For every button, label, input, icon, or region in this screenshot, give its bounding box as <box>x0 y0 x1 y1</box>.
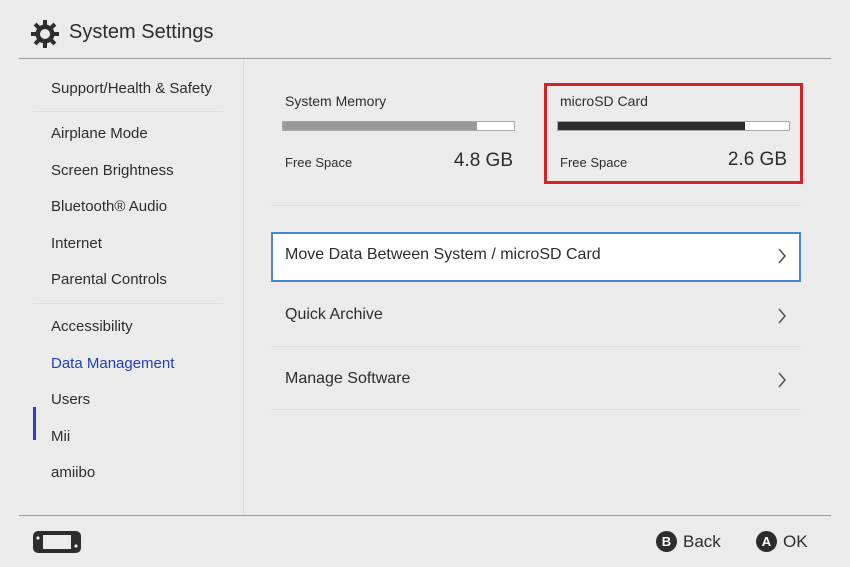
back-label: Back <box>683 532 721 551</box>
sidebar-item-support[interactable]: Support/Health & Safety <box>51 80 212 97</box>
chevron-right-icon <box>778 248 787 264</box>
header: System Settings <box>0 0 850 58</box>
chevron-right-icon <box>778 372 787 388</box>
sidebar-item-internet[interactable]: Internet <box>51 235 102 252</box>
back-button[interactable]: B Back <box>656 531 726 553</box>
option-label: Quick Archive <box>285 306 383 323</box>
sidebar-item-bluetooth-audio[interactable]: Bluetooth® Audio <box>51 198 167 215</box>
option-label: Manage Software <box>285 370 411 387</box>
microsd-card-label: microSD Card <box>560 93 648 109</box>
sidebar-item-mii[interactable]: Mii <box>51 428 70 445</box>
microsd-card-bar <box>557 121 790 131</box>
content-divider <box>271 205 801 206</box>
microsd-free-space-value: 2.6 GB <box>727 149 787 170</box>
microsd-free-space-label: Free Space <box>560 155 628 170</box>
content-divider <box>271 409 801 410</box>
sidebar-item-users[interactable]: Users <box>51 391 90 408</box>
sidebar: Support/Health & Safety Airplane Mode Sc… <box>0 59 243 515</box>
system-memory-label: System Memory <box>285 93 387 109</box>
page-title: System Settings <box>69 21 214 43</box>
system-free-space-value: 4.8 GB <box>453 150 513 171</box>
active-indicator <box>33 407 36 440</box>
quick-archive-option[interactable]: Quick Archive <box>271 292 801 342</box>
handheld-console-icon <box>33 531 81 553</box>
sidebar-item-data-management[interactable]: Data Management <box>51 355 174 372</box>
system-free-space-label: Free Space <box>285 155 353 170</box>
chevron-right-icon <box>778 308 787 324</box>
sidebar-divider <box>33 303 223 304</box>
sidebar-item-accessibility[interactable]: Accessibility <box>51 318 133 335</box>
option-label: Move Data Between System / microSD Card <box>285 246 601 263</box>
b-button-icon: B <box>656 531 677 552</box>
a-button-icon: A <box>756 531 777 552</box>
system-memory-bar-fill <box>283 122 478 130</box>
sidebar-item-amiibo[interactable]: amiibo <box>51 464 95 481</box>
gear-icon <box>31 20 59 48</box>
sidebar-divider <box>33 111 223 112</box>
sidebar-item-screen-brightness[interactable]: Screen Brightness <box>51 162 174 179</box>
ok-label: OK <box>783 532 808 551</box>
footer-divider <box>19 515 831 516</box>
sidebar-divider-vertical <box>243 59 244 515</box>
content-divider <box>271 346 801 347</box>
microsd-card-bar-fill <box>558 122 746 130</box>
system-memory-bar <box>282 121 515 131</box>
manage-software-option[interactable]: Manage Software <box>271 356 801 406</box>
sidebar-item-parental-controls[interactable]: Parental Controls <box>51 271 167 288</box>
move-data-option[interactable]: Move Data Between System / microSD Card <box>271 232 801 282</box>
ok-button[interactable]: A OK <box>756 531 812 553</box>
sidebar-item-airplane-mode[interactable]: Airplane Mode <box>51 125 148 142</box>
